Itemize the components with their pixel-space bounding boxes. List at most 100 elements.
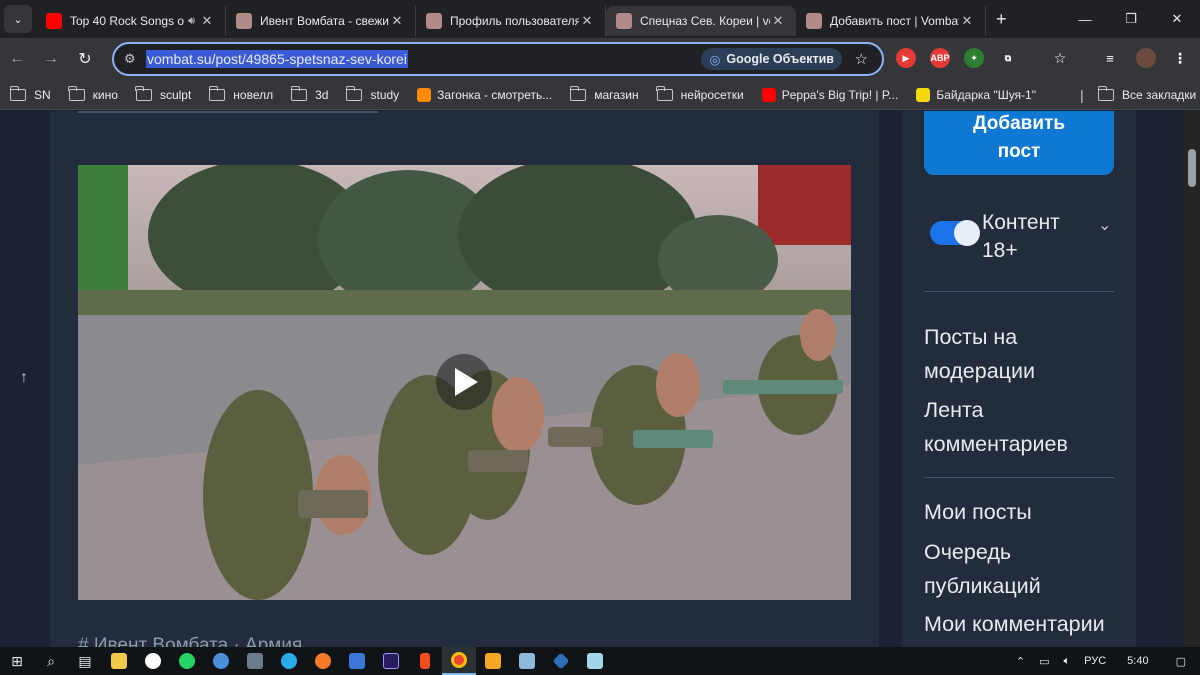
close-tab-icon[interactable]: ✕ [389, 13, 405, 29]
site-favicon-icon [417, 87, 432, 102]
clock[interactable]: 5:40 [1127, 655, 1148, 667]
browser-icon[interactable] [204, 647, 238, 675]
sidebar-link-my-comments[interactable]: Мои комментарии [924, 607, 1129, 641]
language-indicator[interactable]: РУС [1084, 655, 1106, 667]
bookmark-item[interactable]: SN [9, 85, 51, 102]
youtube-ext-icon[interactable]: ▶ [896, 48, 916, 68]
restore-icon[interactable]: ❐ [1108, 0, 1154, 38]
back-icon[interactable]: ← [0, 50, 34, 68]
sidebar-link-publish-queue[interactable]: Очередь публикаций [924, 535, 1129, 603]
page-viewport: ↑ # Ивент Вомбата · Армия Добавить пост … [0, 111, 1200, 647]
windows-start-icon[interactable]: ⊞ [0, 647, 34, 675]
whatsapp-icon[interactable] [170, 647, 204, 675]
photos-icon[interactable] [510, 647, 544, 675]
color-ext-icon[interactable]: ✦ [964, 48, 984, 68]
site-info-icon[interactable]: ⚙ [124, 51, 146, 67]
chrome-icon[interactable] [442, 647, 476, 675]
browser-tab[interactable]: Спецназ Сев. Кореи | vo ✕ [606, 6, 796, 36]
all-bookmarks-folder[interactable]: Все закладки [1097, 85, 1196, 102]
browser-tab[interactable]: Добавить пост | Vombat ✕ [796, 6, 986, 36]
site-favicon-icon [916, 87, 931, 102]
page-scrollbar[interactable] [1184, 111, 1200, 647]
browser-tab[interactable]: Профиль пользователя ✕ [416, 6, 606, 36]
close-tab-icon[interactable]: ✕ [579, 13, 595, 29]
menu-icon[interactable]: ⋮ [1170, 48, 1190, 68]
lens-icon: ◎ [709, 52, 721, 67]
notepad-icon[interactable] [578, 647, 612, 675]
bookmark-label: нейросетки [680, 87, 744, 102]
notifications-icon[interactable]: ▢ [1176, 655, 1186, 668]
audio-playing-icon[interactable]: 🔊︎ [188, 15, 195, 28]
scroll-up-arrow-icon[interactable]: ↑ [20, 369, 28, 387]
sidebar-link-my-posts[interactable]: Мои посты [924, 495, 1129, 529]
app-icon[interactable] [340, 647, 374, 675]
minimize-icon[interactable]: — [1062, 0, 1108, 38]
network-icon[interactable]: ▭ [1039, 655, 1049, 668]
close-tab-icon[interactable]: ✕ [199, 13, 215, 29]
folder-icon [9, 85, 26, 101]
forward-icon[interactable]: → [34, 50, 68, 68]
tab-title: Профиль пользователя [450, 14, 579, 28]
bookmark-item[interactable]: магазин [569, 85, 639, 102]
google-lens-button[interactable]: ◎ Google Объектив [701, 48, 842, 70]
scrollbar-thumb[interactable] [1188, 149, 1196, 187]
reload-icon[interactable]: ↻ [68, 49, 102, 69]
browser-tab[interactable]: Ивент Вомбата - свежие ✕ [226, 6, 416, 36]
bookmark-item[interactable]: Peppa's Big Trip! | P... [761, 87, 898, 102]
system-tray: ⌃ ▭ 🔈︎ РУС 5:40 ▢ [1009, 647, 1200, 675]
volume-icon[interactable]: 🔈︎ [1064, 655, 1071, 668]
app-icon[interactable] [476, 647, 510, 675]
address-bar[interactable]: ⚙ vombat.su/post/49865-spetsnaz-sev-kore… [112, 42, 884, 76]
telegram-icon[interactable] [272, 647, 306, 675]
bookmark-item[interactable]: 3d [290, 85, 328, 102]
bookmark-item[interactable]: sculpt [135, 85, 191, 102]
new-tab-button[interactable]: + [996, 9, 1007, 30]
folder-icon [135, 85, 152, 101]
chevron-up-icon[interactable]: ⌃ [1016, 655, 1025, 668]
blender-icon[interactable] [306, 647, 340, 675]
file-explorer-icon[interactable] [102, 647, 136, 675]
avatar[interactable] [1136, 48, 1156, 68]
post-tags[interactable]: # Ивент Вомбата · Армия [78, 635, 302, 647]
close-tab-icon[interactable]: ✕ [770, 13, 786, 29]
bookmark-item[interactable]: новелл [208, 85, 273, 102]
after-effects-icon[interactable] [374, 647, 408, 675]
close-tab-icon[interactable]: ✕ [959, 13, 975, 29]
sidebar-link-comments-feed[interactable]: Лента комментариев [924, 393, 1129, 461]
bookmark-item[interactable]: Байдарка "Шуя-1" [916, 87, 1036, 102]
content-18-toggle[interactable] [930, 220, 980, 246]
search-icon[interactable]: ⌕ [34, 647, 68, 675]
adblock-icon[interactable]: ABP [930, 48, 950, 68]
site-favicon-icon [761, 87, 776, 102]
add-post-button[interactable]: Добавить пост [924, 111, 1114, 175]
tab-search-button[interactable]: ⌄ [4, 5, 32, 33]
yandex-icon[interactable] [136, 647, 170, 675]
media-queue-icon[interactable]: ≡ [1100, 48, 1120, 68]
sidebar-divider [924, 291, 1114, 292]
post-header-partial [78, 111, 378, 113]
url-text[interactable]: vombat.su/post/49865-spetsnaz-sev-korei [146, 50, 408, 68]
chevron-down-icon[interactable]: ⌄ [1098, 215, 1111, 235]
bookmark-label: кино [92, 87, 118, 102]
bookmark-item[interactable]: study [345, 85, 399, 102]
sidebar-divider [924, 477, 1114, 478]
bookmark-item[interactable]: Загонка - смотреть... [417, 87, 553, 102]
window-controls: — ❐ ✕ [1062, 0, 1200, 38]
folder-icon [208, 85, 226, 101]
bookmark-item[interactable]: кино [68, 85, 118, 102]
task-view-icon[interactable]: ▤ [68, 647, 102, 675]
bookmarks-star-icon[interactable]: ☆ [1050, 48, 1070, 68]
video-player[interactable] [78, 165, 851, 600]
sidebar-link-moderation[interactable]: Посты на модерации [924, 320, 1129, 388]
bookmark-label: Загонка - смотреть... [437, 87, 553, 102]
bookmark-star-icon[interactable]: ☆ [855, 50, 868, 68]
close-window-icon[interactable]: ✕ [1154, 0, 1200, 38]
figma-icon[interactable] [408, 647, 442, 675]
folder-icon [345, 85, 363, 101]
content-18-toggle-row[interactable]: Контент 18+ ⌄ [930, 209, 1111, 265]
browser-tab[interactable]: Top 40 Rock Songs of 🔊︎ ✕ [36, 6, 226, 36]
puzzle-icon[interactable]: ⧉ [998, 48, 1018, 68]
bookmark-item[interactable]: нейросетки [656, 85, 744, 102]
calculator-icon[interactable] [238, 647, 272, 675]
app-icon[interactable] [544, 647, 578, 675]
